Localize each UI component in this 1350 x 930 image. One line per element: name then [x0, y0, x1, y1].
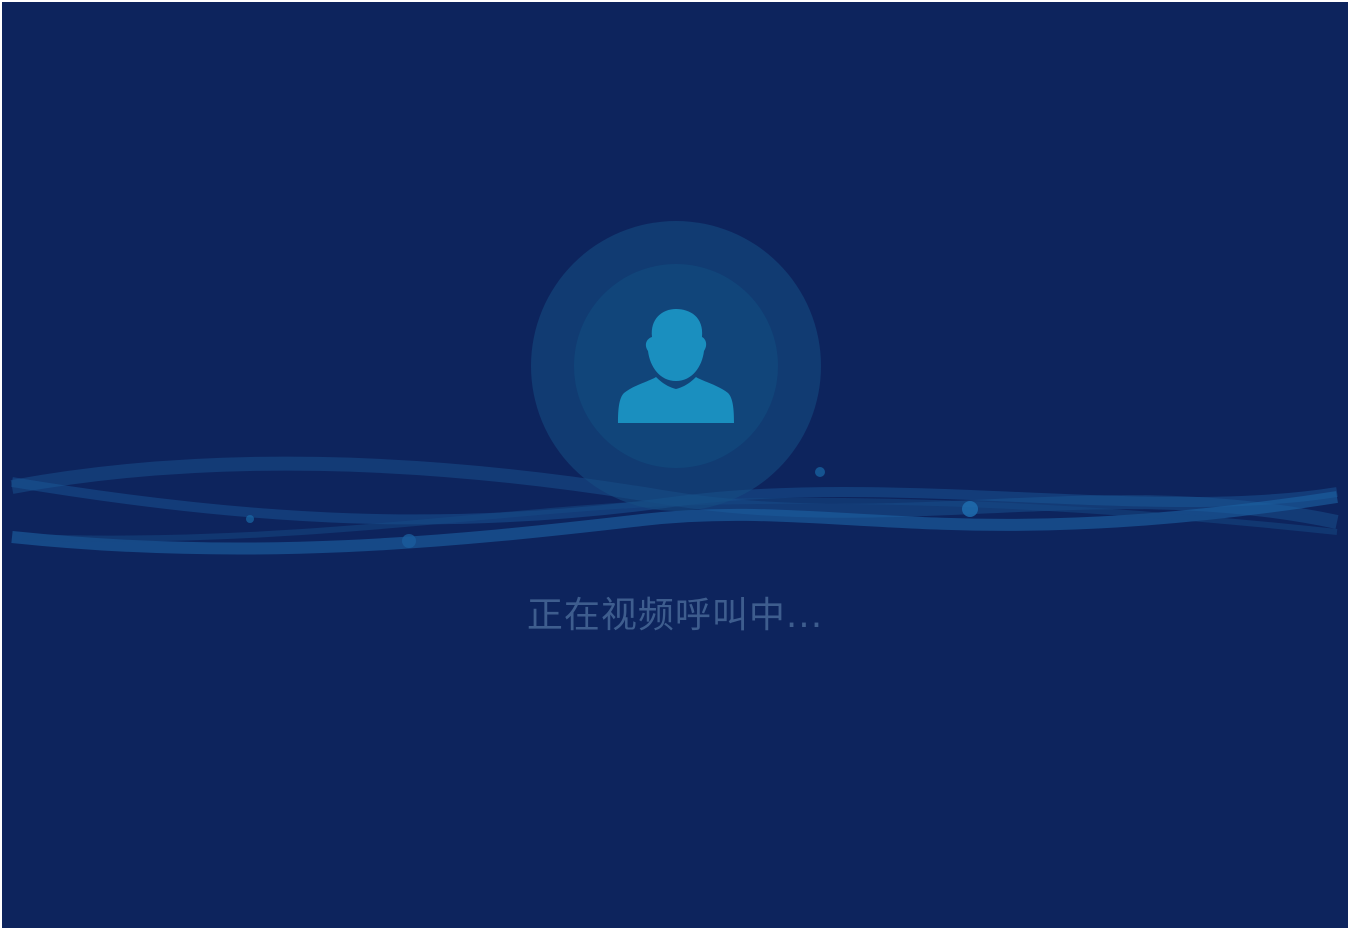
person-silhouette-icon	[618, 309, 734, 423]
call-status-text: 正在视频呼叫中...	[526, 595, 824, 636]
wave-dot-3	[815, 467, 825, 477]
video-call-screen: 正在视频呼叫中...	[2, 2, 1348, 928]
wave-dot-1	[246, 515, 254, 523]
wave-dot-4	[962, 501, 978, 517]
wave-dot-2	[402, 534, 416, 548]
